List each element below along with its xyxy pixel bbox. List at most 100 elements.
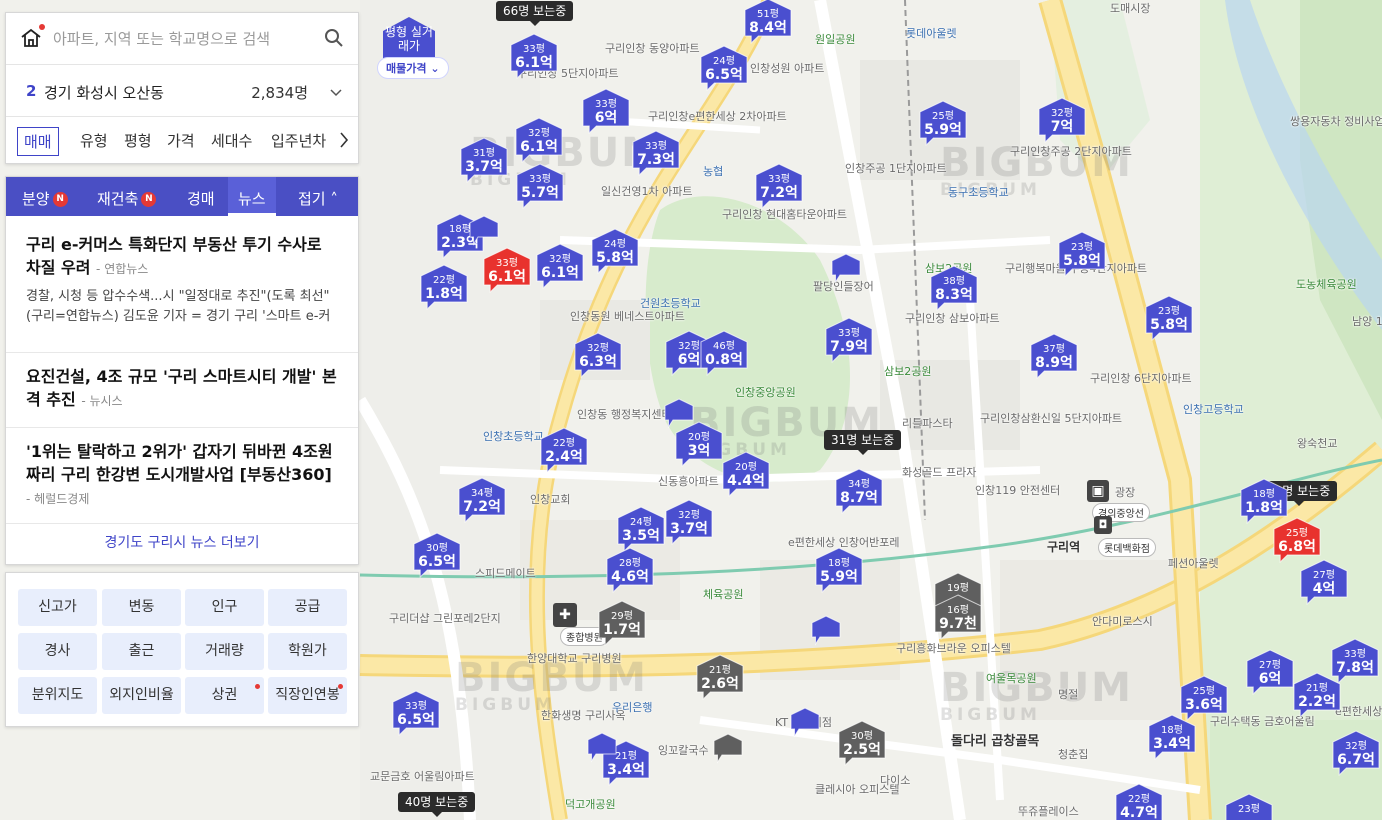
tab-presale[interactable]: 분양 N [22, 188, 68, 209]
marker-price: 3.5억 [622, 528, 660, 544]
marker-size: 30평 [851, 731, 873, 742]
price-marker[interactable]: 25평 6.8억 [1273, 517, 1321, 563]
more-news-link[interactable]: 경기도 구리시 뉴스 더보기 [6, 522, 358, 564]
poi-label: 인창동원 베네스트아파트 [570, 310, 685, 323]
viewer-badge[interactable]: 40명 보는중 [398, 792, 476, 817]
poi-label: 구리흥화브라운 오피스텔 [896, 642, 1011, 655]
layer-button-quantile-map[interactable]: 분위지도 [18, 677, 97, 714]
price-marker[interactable]: 18평 3.4억 [1148, 714, 1196, 760]
home-icon[interactable] [20, 24, 45, 49]
filter-trade-type[interactable]: 매매 [17, 127, 59, 156]
price-marker[interactable]: 23평 5.8억 [1058, 231, 1106, 277]
price-marker[interactable]: 32평 6.7억 [1332, 730, 1380, 776]
price-marker[interactable]: 34평 7.2억 [458, 477, 506, 523]
news-article[interactable]: 구리 e-커머스 특화단지 부동산 투기 수사로 차질 우려 - 연합뉴스 경찰… [6, 233, 358, 353]
tab-news[interactable]: 뉴스 [228, 177, 276, 216]
hospital-icon[interactable]: ✚ [553, 603, 577, 627]
price-marker[interactable]: 23평 [1225, 793, 1273, 820]
tab-auction[interactable]: 경매 [187, 188, 215, 209]
price-marker[interactable]: 24평 3.5억 [617, 506, 665, 552]
price-marker[interactable]: 32평 6.1억 [515, 117, 563, 163]
price-marker[interactable]: 27평 6억 [1246, 649, 1294, 695]
layer-button-new-high[interactable]: 신고가 [18, 589, 97, 626]
layer-button-commute[interactable]: 출근 [102, 633, 181, 670]
marker-price: 6.5억 [397, 712, 435, 728]
marker-price: 7.2억 [463, 499, 501, 515]
price-marker[interactable]: 21평 2.2억 [1293, 672, 1341, 718]
price-marker[interactable]: 38평 8.3억 [930, 265, 978, 311]
price-marker[interactable] [790, 707, 820, 738]
filter-households[interactable]: 세대수 [211, 130, 252, 151]
price-marker[interactable] [811, 615, 841, 646]
filter-pyeong[interactable]: 평형 [124, 130, 152, 151]
subway-icon[interactable]: ▣ [1087, 480, 1109, 502]
price-marker[interactable]: 46평 0.8억 [700, 330, 748, 376]
price-marker[interactable]: 32평 6.3억 [574, 332, 622, 378]
filter-type[interactable]: 유형 [80, 130, 108, 151]
price-marker[interactable] [713, 733, 743, 764]
marker-size: 34평 [848, 479, 870, 490]
layer-button-salary[interactable]: 직장인연봉 [268, 677, 347, 714]
price-marker[interactable]: 28평 4.6억 [606, 547, 654, 593]
price-marker[interactable]: 23평 5.8억 [1145, 295, 1193, 341]
filter-price[interactable]: 가격 [167, 130, 195, 151]
price-marker[interactable]: 22평 1.8억 [420, 264, 468, 310]
price-marker[interactable]: 25평 5.9억 [919, 100, 967, 146]
viewer-badge[interactable]: 31명 보는중 [824, 430, 902, 455]
price-marker[interactable]: 33평 6.5억 [392, 690, 440, 736]
collapse-button[interactable]: 접기 ˄ [298, 188, 338, 209]
region-selector[interactable]: 2 경기 화성시 오산동 2,834명 [6, 65, 358, 117]
price-marker[interactable]: 24평 5.8억 [591, 228, 639, 274]
price-marker[interactable]: 18평 5.9억 [815, 547, 863, 593]
price-marker[interactable]: 30평 2.5억 [838, 720, 886, 766]
price-marker[interactable]: 33평 6.1억 [510, 33, 558, 79]
price-marker[interactable] [587, 732, 617, 763]
filter-move-in-year[interactable]: 입주년차 [271, 130, 326, 151]
price-marker[interactable]: 30평 6.5억 [413, 532, 461, 578]
search-input[interactable] [53, 25, 298, 53]
poi-label: 인창교회 [530, 493, 571, 506]
viewer-badge[interactable]: 66명 보는중 [496, 1, 574, 26]
price-marker[interactable]: 32평 3.7억 [665, 499, 713, 545]
price-marker[interactable]: 16평 9.7천 [934, 594, 982, 640]
station-label[interactable]: 구리역 [1047, 538, 1080, 555]
layer-button-supply[interactable]: 공급 [268, 589, 347, 626]
price-marker[interactable]: 21평 2.6억 [696, 654, 744, 700]
price-marker[interactable]: 24평 6.5억 [700, 45, 748, 91]
price-marker[interactable]: 33평 7.9억 [825, 317, 873, 363]
price-marker[interactable] [831, 253, 861, 284]
price-marker[interactable]: 33평 7.3억 [632, 130, 680, 176]
chevron-down-icon[interactable] [330, 85, 342, 97]
shopping-bag-icon[interactable]: ◘ [1094, 516, 1112, 534]
price-marker[interactable] [469, 215, 499, 246]
price-marker[interactable]: 29평 1.7억 [598, 600, 646, 646]
price-marker[interactable]: 33평 6억 [582, 88, 630, 134]
price-marker[interactable] [664, 398, 694, 429]
layer-button-slope[interactable]: 경사 [18, 633, 97, 670]
price-marker[interactable]: 37평 8.9억 [1030, 333, 1078, 379]
price-marker[interactable]: 22평 4.7억 [1115, 783, 1163, 820]
layer-button-volume[interactable]: 거래량 [185, 633, 264, 670]
price-marker[interactable]: 33평 7.2억 [755, 163, 803, 209]
layer-button-population[interactable]: 인구 [185, 589, 264, 626]
price-marker[interactable]: 51평 8.4억 [744, 0, 792, 44]
price-marker[interactable]: 32평 7억 [1038, 97, 1086, 143]
tab-reconstruction[interactable]: 재건축 N [97, 188, 157, 209]
price-toggle[interactable]: 매물가격 ⌄ [377, 57, 449, 79]
chevron-right-icon[interactable] [330, 117, 358, 163]
price-marker[interactable]: 33평 5.7억 [516, 163, 564, 209]
price-marker[interactable]: 27평 4억 [1300, 559, 1348, 605]
price-marker[interactable]: 31평 3.7억 [460, 137, 508, 183]
layer-button-change[interactable]: 변동 [102, 589, 181, 626]
layer-button-academy[interactable]: 학원가 [268, 633, 347, 670]
price-marker[interactable]: 22평 2.4억 [540, 427, 588, 473]
news-article[interactable]: '1위는 탈락하고 2위가' 갑자기 뒤바뀐 4조원짜리 구리 한강변 도시개발… [6, 428, 358, 524]
marker-size: 25평 [1286, 528, 1308, 539]
layer-button-outsider-ratio[interactable]: 외지인비율 [102, 677, 181, 714]
price-marker[interactable]: 34평 8.7억 [835, 468, 883, 514]
news-article[interactable]: 요진건설, 4조 규모 '구리 스마트시티 개발' 본격 추진 - 뉴시스 [6, 353, 358, 428]
layer-button-commercial[interactable]: 상권 [185, 677, 264, 714]
price-marker[interactable]: 32평 6.1억 [536, 243, 584, 289]
price-marker[interactable]: 20평 4.4억 [722, 451, 770, 497]
search-icon[interactable] [324, 28, 344, 48]
